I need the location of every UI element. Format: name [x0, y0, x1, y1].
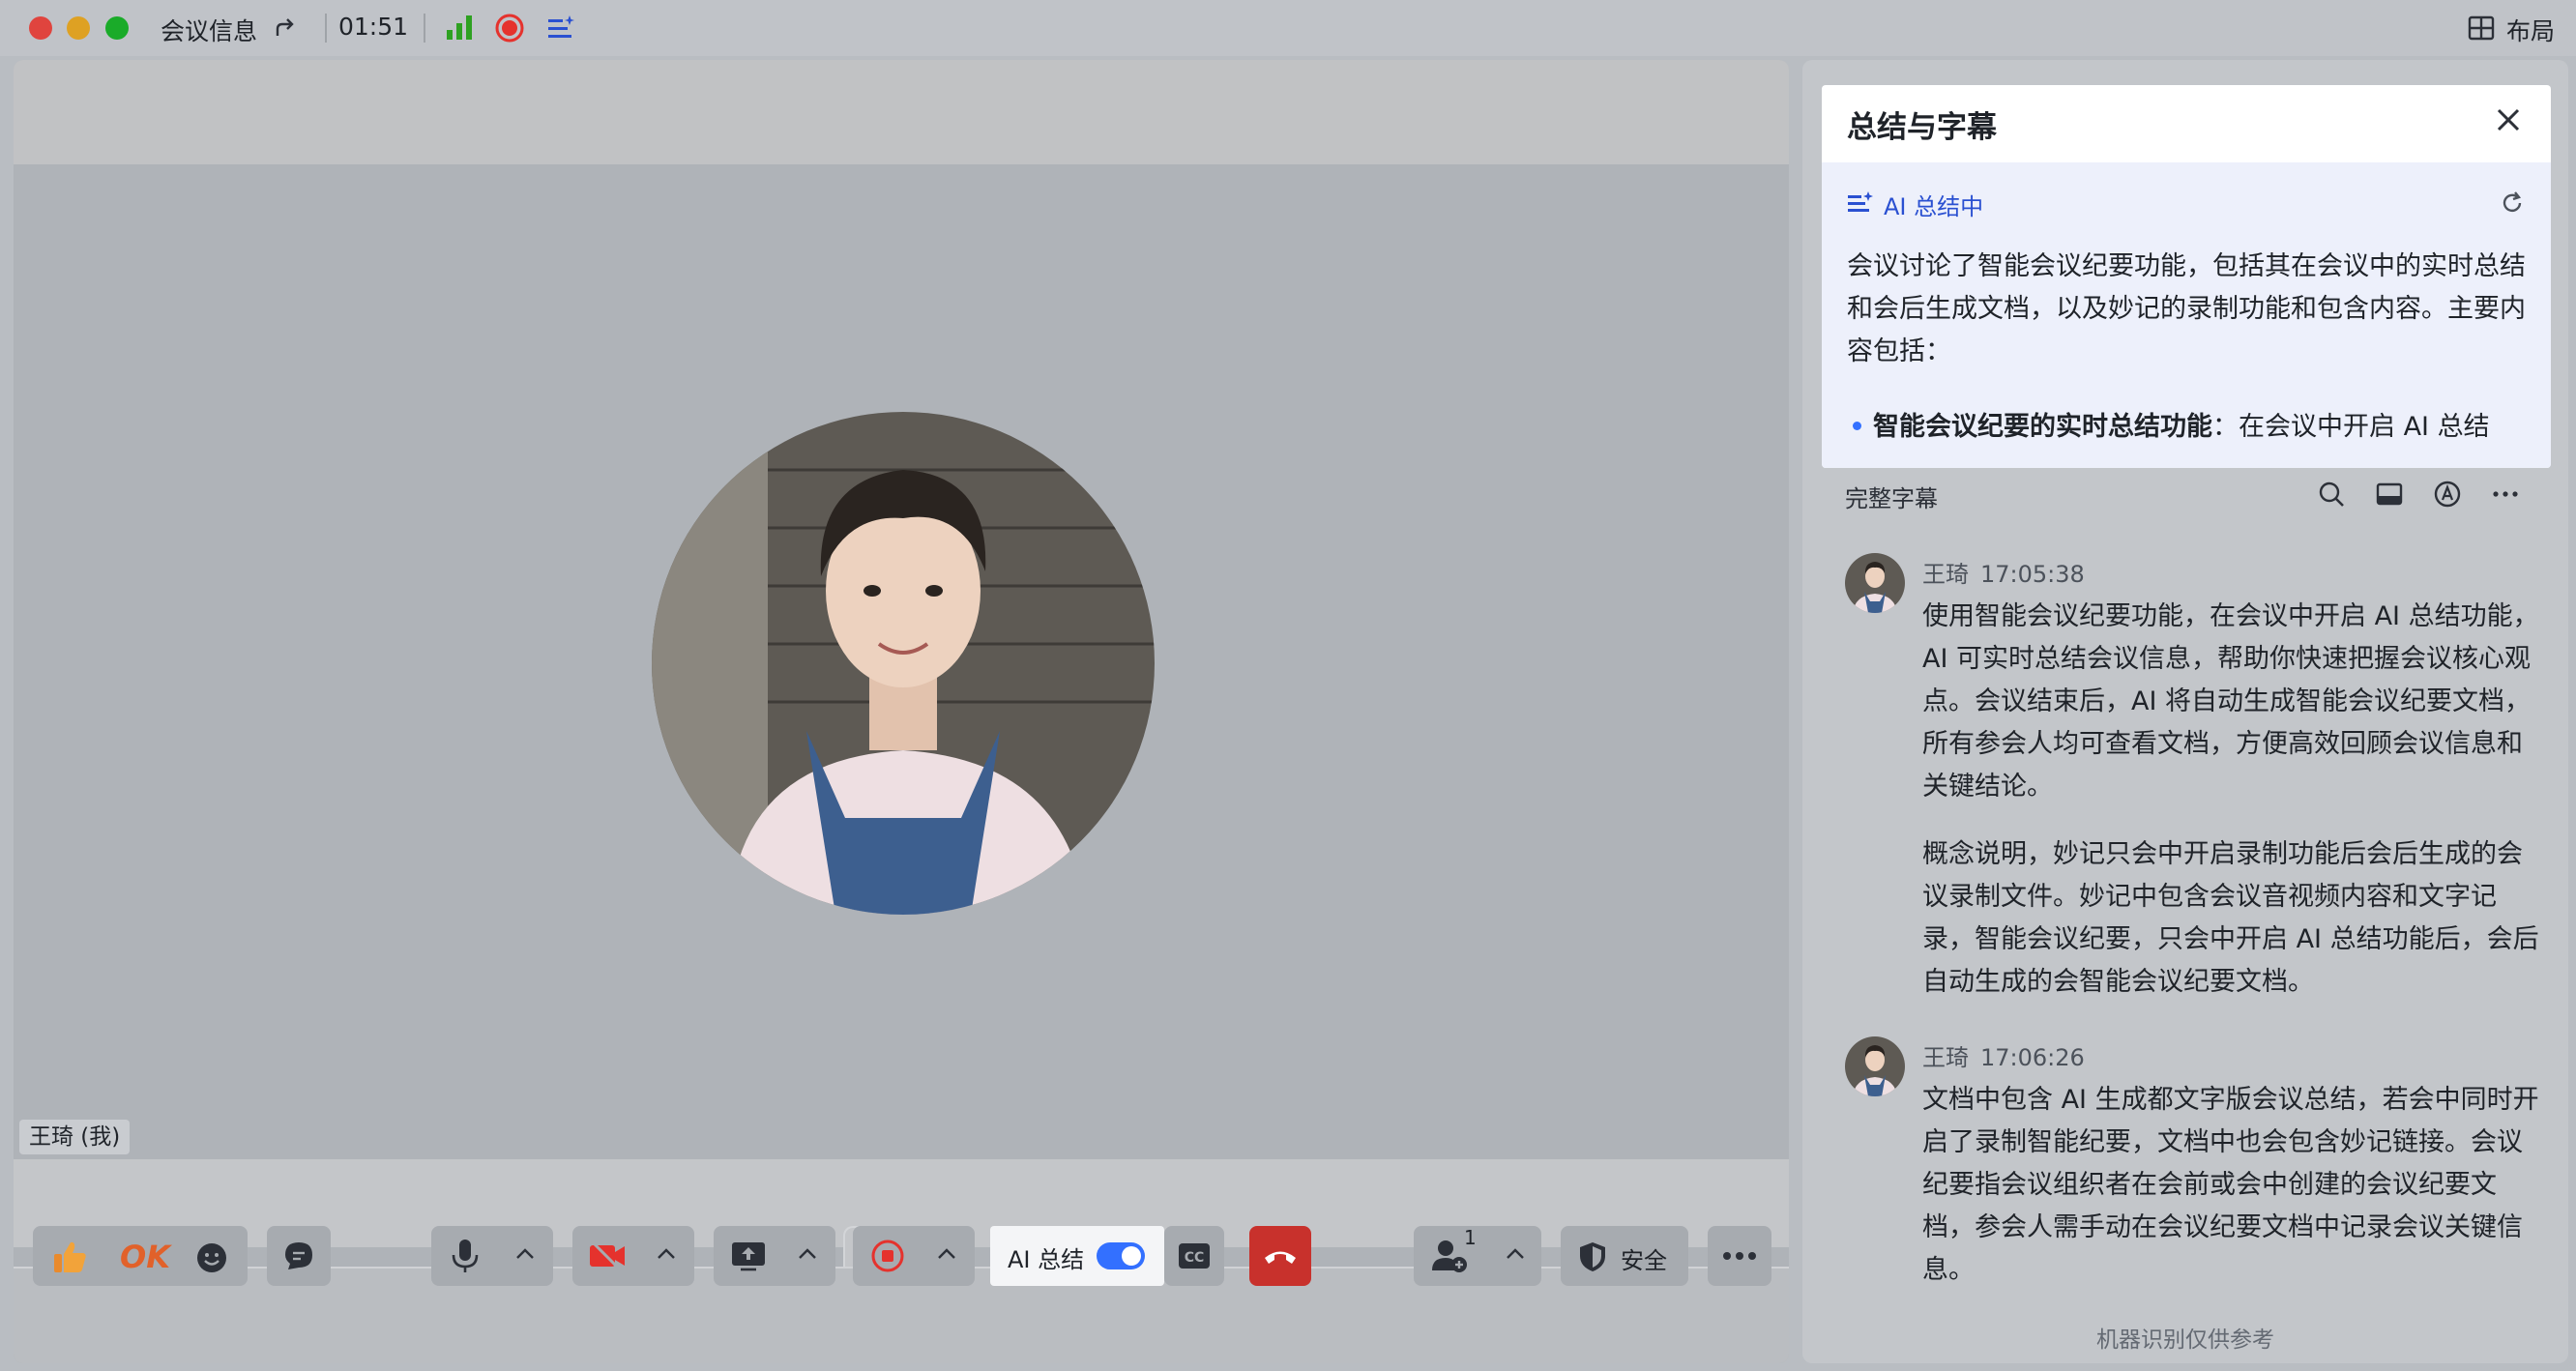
- switch-knob: [1122, 1246, 1141, 1266]
- record-button-group: [853, 1226, 975, 1286]
- ai-bullet-text: ：在会议中开启 AI 总结: [2212, 412, 2490, 442]
- share-screen-icon[interactable]: [729, 1240, 768, 1272]
- title-divider: [325, 14, 327, 43]
- meeting-info-button[interactable]: 会议信息: [161, 13, 257, 47]
- share-screen-button-group: [714, 1226, 835, 1286]
- chat-icon: [285, 1242, 312, 1269]
- translate-icon[interactable]: [2433, 480, 2462, 509]
- ai-summary-box: AI 总结中 会议讨论了智能会议纪要功能，包括其在会议中的实时总结和会后生成文档…: [1822, 162, 2551, 468]
- microphone-icon[interactable]: [449, 1238, 482, 1274]
- subtitle-time: 17:06:26: [1980, 1044, 2085, 1071]
- ai-summary-text: 会议讨论了智能会议纪要功能，包括其在会议中的实时总结和会后生成文档，以及妙记的录…: [1847, 251, 2526, 366]
- speaker-meta: 王琦 17:05:38: [1922, 555, 2085, 589]
- ai-bullet-title: 智能会议纪要的实时总结功能: [1873, 412, 2212, 442]
- ok-reaction-button[interactable]: OK: [120, 1239, 170, 1275]
- ai-summary-toggle-label: AI 总结: [1008, 1246, 1085, 1273]
- more-icon: [1723, 1252, 1756, 1260]
- panel-title: 总结与字幕: [1847, 110, 1997, 145]
- window-close-button[interactable]: [29, 16, 52, 40]
- layout-button[interactable]: 布局: [2506, 13, 2555, 47]
- layout-icon[interactable]: [2468, 15, 2495, 42]
- ai-summary-icon: [1848, 191, 1873, 212]
- security-button[interactable]: 安全: [1561, 1226, 1688, 1286]
- more-button[interactable]: [1708, 1226, 1771, 1286]
- ai-summary-bullet: 智能会议纪要的实时总结功能：在会议中开启 AI 总结: [1847, 406, 2535, 449]
- ai-summary-indicator-icon[interactable]: [546, 15, 575, 42]
- record-icon[interactable]: [870, 1239, 905, 1273]
- leave-meeting-button[interactable]: [1249, 1226, 1311, 1286]
- participants-button-group: 1: [1414, 1226, 1541, 1286]
- speaker-avatar: [1845, 553, 1905, 613]
- speaker-avatar: [1845, 1036, 1905, 1096]
- ai-summary-toggle[interactable]: AI 总结: [990, 1226, 1164, 1286]
- bullet-dot: [1853, 422, 1861, 430]
- speaker-meta: 王琦 17:06:26: [1922, 1038, 2085, 1072]
- recording-indicator-icon[interactable]: [494, 13, 525, 44]
- microphone-button-group: [431, 1226, 553, 1286]
- thumbs-up-icon[interactable]: [50, 1238, 89, 1276]
- summary-card: 总结与字幕 AI 总结中 会议讨论了智能会议纪要功能，包括其在会议中的实时总结和…: [1822, 85, 2551, 468]
- hang-up-icon: [1265, 1251, 1296, 1264]
- window-zoom-button[interactable]: [105, 16, 129, 40]
- ai-summary-status-label: AI 总结中: [1884, 193, 1984, 220]
- participant-name-tag: 王琦 (我): [19, 1120, 131, 1154]
- share-options-chevron-icon[interactable]: [797, 1246, 818, 1262]
- subtitle-text: 文档中包含 AI 生成都文字版会议总结，若会中同时开启了录制智能纪要，文档中也会…: [1922, 1085, 2539, 1285]
- network-signal-icon[interactable]: [445, 14, 474, 41]
- svg-text:CC: CC: [1185, 1250, 1205, 1266]
- mic-options-chevron-icon[interactable]: [514, 1246, 536, 1262]
- video-top-strip: [14, 60, 1789, 164]
- participant-count-badge: 1: [1464, 1226, 1477, 1249]
- security-label: 安全: [1621, 1247, 1667, 1274]
- subtitle-window-icon[interactable]: [2375, 480, 2404, 509]
- recognition-disclaimer: 机器识别仅供参考: [2096, 1327, 2274, 1353]
- camera-button-group: [572, 1226, 694, 1286]
- cc-icon: CC: [1179, 1243, 1210, 1269]
- search-icon[interactable]: [2317, 480, 2346, 509]
- subtitles-header: 完整字幕: [1845, 485, 1938, 512]
- subtitle-text: 概念说明，妙记只会中开启录制功能后会后生成的会议录制文件。妙记中包含会议音视频内…: [1922, 839, 2539, 997]
- title-bar: 会议信息 01:51 布局: [0, 0, 2576, 56]
- record-options-chevron-icon[interactable]: [936, 1246, 957, 1262]
- emoji-icon[interactable]: [195, 1241, 228, 1274]
- meeting-timer: 01:51: [338, 13, 409, 41]
- shield-icon: [1580, 1242, 1605, 1271]
- close-icon[interactable]: [2489, 101, 2528, 139]
- speaker-name: 王琦: [1922, 561, 1969, 588]
- summary-subtitles-panel: 总结与字幕 AI 总结中 会议讨论了智能会议纪要功能，包括其在会议中的实时总结和…: [1802, 60, 2568, 1363]
- window-minimize-button[interactable]: [67, 16, 90, 40]
- subtitle-text: 使用智能会议纪要功能，在会议中开启 AI 总结功能，AI 可实时总结会议信息，帮…: [1922, 601, 2539, 802]
- subtitle-time: 17:05:38: [1980, 561, 2085, 588]
- title-divider: [424, 14, 425, 43]
- share-icon[interactable]: [273, 15, 298, 41]
- camera-options-chevron-icon[interactable]: [656, 1246, 677, 1262]
- camera-off-icon[interactable]: [588, 1240, 627, 1272]
- participant-avatar: [652, 412, 1155, 915]
- more-options-icon[interactable]: [2491, 480, 2520, 509]
- captions-button[interactable]: CC: [1164, 1226, 1224, 1286]
- participants-options-chevron-icon[interactable]: [1505, 1246, 1526, 1262]
- speaker-name: 王琦: [1922, 1044, 1969, 1071]
- video-panel: 王琦 (我): [14, 60, 1789, 1363]
- chat-button[interactable]: [267, 1226, 331, 1286]
- refresh-icon[interactable]: [2499, 190, 2526, 217]
- ai-summary-switch[interactable]: [1097, 1242, 1145, 1269]
